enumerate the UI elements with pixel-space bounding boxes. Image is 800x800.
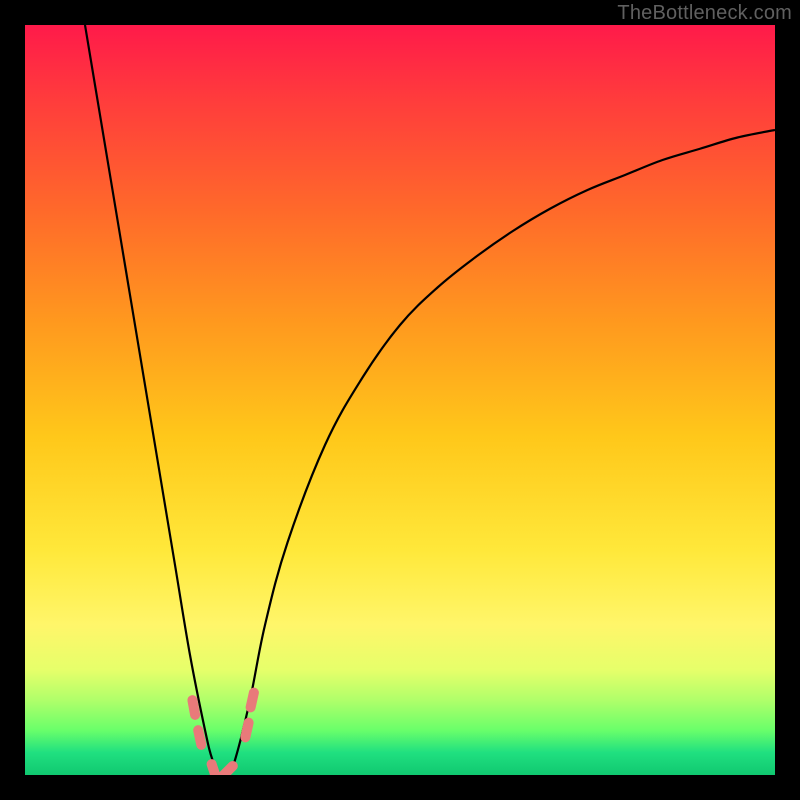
bottleneck-curve-svg — [25, 25, 775, 775]
curve-marker — [212, 764, 217, 775]
watermark-text: TheBottleneck.com — [617, 2, 792, 25]
curve-marker — [245, 723, 248, 738]
bottleneck-curve-path — [85, 25, 775, 775]
curve-marker — [251, 693, 254, 708]
curve-marker — [222, 766, 233, 775]
curve-marker — [192, 700, 195, 715]
chart-frame — [25, 25, 775, 775]
curve-markers-group — [192, 693, 253, 775]
curve-marker — [198, 730, 201, 745]
